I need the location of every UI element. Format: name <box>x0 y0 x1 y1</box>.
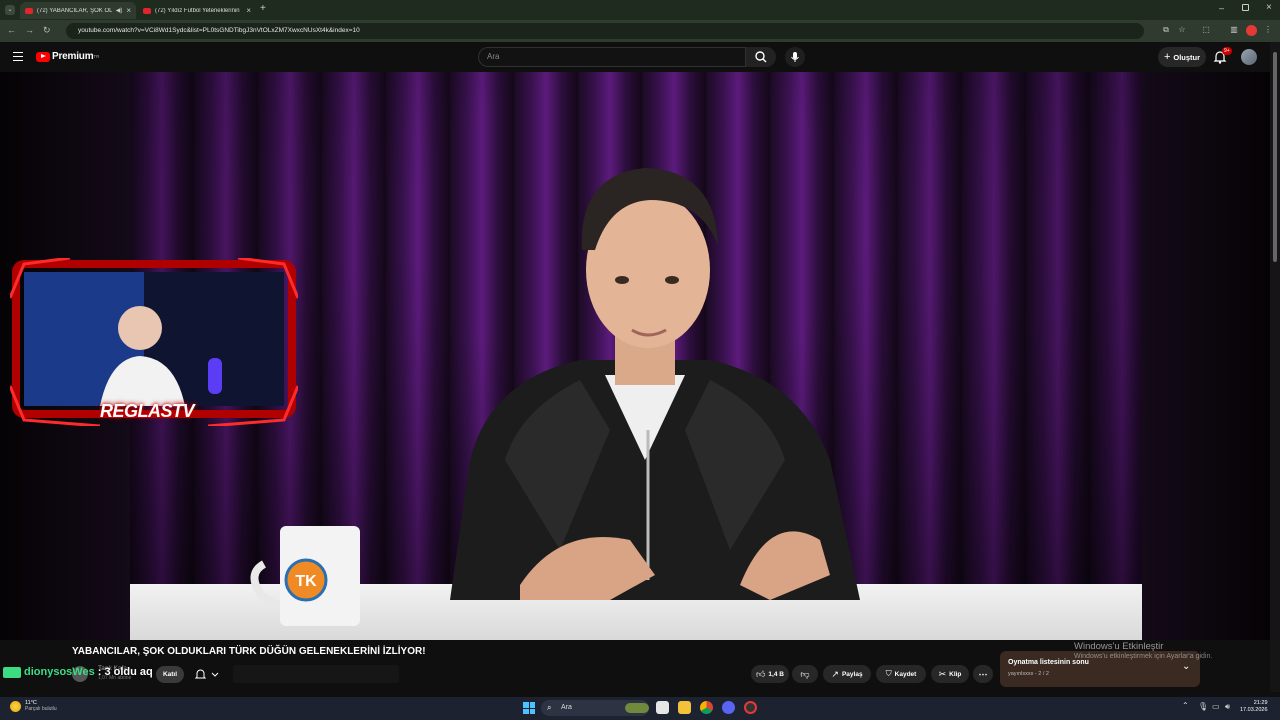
browser-tab-bar: ⌄ (72) YABANCILAR, ŞOK OLD ◀) × (72) Yıl… <box>0 0 1280 20</box>
close-tab-icon[interactable]: × <box>126 6 131 15</box>
scrollbar-thumb[interactable] <box>1273 52 1277 262</box>
tab-second-video[interactable]: (72) Yıldız Futbol Yeteneklerinin × <box>138 2 256 19</box>
more-actions-button[interactable]: ⋯ <box>973 665 993 683</box>
video-title: YABANCILAR, ŞOK OLDUKLARI TÜRK DÜĞÜN GEL… <box>72 646 426 657</box>
volume-icon[interactable]: 🔊︎ <box>1225 702 1230 712</box>
bell-icon <box>194 669 219 679</box>
share-button[interactable]: ↗ Paylaş <box>823 665 871 683</box>
create-label: Oluştur <box>1173 52 1201 62</box>
share-arrow-icon: ↗ <box>831 668 839 679</box>
logo-text: Premium <box>52 51 94 62</box>
thumbs-down-icon: 👎︎ <box>800 668 810 679</box>
tab-current-video[interactable]: (72) YABANCILAR, ŞOK OLD ◀) × <box>20 2 136 19</box>
share-label: Paylaş <box>841 670 863 678</box>
playlist-subtitle: yayınlsxss - 2 / 2 <box>1008 671 1049 677</box>
white-mug: TK <box>250 526 360 626</box>
plus-icon: + <box>1163 51 1171 63</box>
network-icon[interactable]: ▭ <box>1212 702 1220 711</box>
account-avatar[interactable] <box>1241 49 1257 65</box>
chat-platform-icon <box>3 666 21 678</box>
windows-activation-subtitle: Windows'u etkinleştirmek için Ayarlar'a … <box>1074 653 1213 660</box>
clock-time: 21:29 <box>1253 700 1268 706</box>
task-view-icon[interactable] <box>656 701 669 714</box>
subscription-bell-button[interactable] <box>191 666 227 683</box>
extensions-icon[interactable]: ⬚ <box>1200 24 1212 36</box>
browser-menu-icon[interactable]: ⋮ <box>1262 24 1274 36</box>
youtube-header: Premium TR Ara + Oluştur 9+ <box>0 42 1270 72</box>
search-icon <box>755 51 767 63</box>
search-highlight-image[interactable] <box>625 703 649 713</box>
browser-address-bar: ← → ↻ youtube.com/watch?v=VCi8Wd1Sydc&li… <box>0 20 1280 42</box>
file-explorer-icon[interactable] <box>678 701 691 714</box>
scissors-icon: ✂ <box>938 668 947 679</box>
maximize-window-icon[interactable] <box>1242 4 1249 11</box>
like-count: 1,4 B <box>768 670 784 678</box>
tray-chevron-up-icon[interactable]: ⌃ <box>1182 701 1189 710</box>
dislike-button[interactable]: 👎︎ <box>792 665 818 683</box>
voice-search-button[interactable] <box>785 47 805 67</box>
youtube-play-icon <box>36 51 50 62</box>
like-button[interactable]: 👍︎ 1,4 B <box>751 665 789 683</box>
microphone-tray-icon[interactable]: 🎙︎ <box>1198 702 1208 711</box>
new-tab-button[interactable]: + <box>260 3 266 14</box>
save-label: Kaydet <box>894 670 917 678</box>
stream-chat-message: dionysosWes : 3 oldu aq <box>3 666 153 678</box>
windows-start-icon[interactable] <box>523 702 535 714</box>
bookmark-star-icon[interactable]: ☆ <box>1176 24 1188 36</box>
sidebar-icon[interactable]: ▥ <box>1228 24 1240 36</box>
discord-icon[interactable] <box>722 701 735 714</box>
join-button[interactable]: Katıl <box>156 666 184 683</box>
app-icon[interactable] <box>744 701 757 714</box>
chevron-down-icon <box>211 672 219 677</box>
taskbar-clock[interactable]: 21:29 17.03.2026 <box>1240 700 1268 714</box>
tab-search-icon[interactable]: ⌄ <box>5 5 15 15</box>
clip-button[interactable]: ✂ Klip <box>931 665 969 683</box>
forward-arrow-icon[interactable]: → <box>25 25 34 35</box>
weather-description: Parçalı bulutlu <box>25 706 57 712</box>
thumbs-up-icon: 👍︎ <box>756 668 766 679</box>
youtube-favicon-icon <box>143 7 151 14</box>
chat-input-area <box>233 665 399 683</box>
create-button[interactable]: + Oluştur <box>1158 47 1206 67</box>
profile-icon[interactable] <box>1246 25 1257 36</box>
clip-label: Klip <box>949 670 962 678</box>
weather-widget[interactable]: 11°C Parçalı bulutlu <box>10 700 57 712</box>
logo-region: TR <box>93 54 100 59</box>
back-arrow-icon[interactable]: ← <box>7 25 16 35</box>
close-tab-icon[interactable]: × <box>246 6 251 15</box>
clock-date: 17.03.2026 <box>1240 707 1268 713</box>
youtube-premium-logo[interactable]: Premium TR <box>36 51 99 62</box>
speaker-icon[interactable]: ◀) <box>116 7 123 14</box>
url-field[interactable]: youtube.com/watch?v=VCi8Wd1Sydc&list=PL0… <box>66 23 1144 39</box>
more-dots-icon: ⋯ <box>978 668 988 679</box>
reload-icon[interactable]: ↻ <box>43 25 51 36</box>
presenter-figure <box>450 168 860 600</box>
sun-icon <box>10 700 21 712</box>
install-app-icon[interactable]: ⧉ <box>1160 24 1172 36</box>
tab-title: (72) YABANCILAR, ŞOK OLD <box>37 7 112 14</box>
chrome-icon[interactable] <box>700 701 713 714</box>
search-input[interactable]: Ara <box>478 47 746 67</box>
video-dark-right <box>1142 72 1270 640</box>
search-button[interactable] <box>746 47 776 67</box>
windows-activation-title: Windows'u Etkinleştir <box>1074 641 1164 652</box>
minimize-window-icon[interactable]: – <box>1219 3 1224 13</box>
chat-username: dionysosWes <box>24 666 95 678</box>
mug-logo-text: TK <box>295 573 317 590</box>
bookmark-icon: ⛉ <box>885 669 892 678</box>
chat-text: : 3 oldu aq <box>97 666 153 678</box>
youtube-favicon-icon <box>25 7 33 14</box>
notification-count-badge: 9+ <box>1222 47 1232 55</box>
close-window-icon[interactable]: × <box>1266 2 1272 13</box>
save-button[interactable]: ⛉ Kaydet <box>876 665 926 683</box>
microphone-icon <box>791 52 799 62</box>
search-icon: ⌕ <box>547 703 552 712</box>
tab-title: (72) Yıldız Futbol Yeteneklerinin <box>155 7 240 14</box>
hamburger-menu-icon[interactable] <box>13 52 23 61</box>
playlist-title: Oynatma listesinin sonu <box>1008 659 1089 666</box>
chevron-down-icon[interactable]: ⌄ <box>1182 661 1190 672</box>
reglastv-logo: REGLASTV <box>100 401 195 421</box>
